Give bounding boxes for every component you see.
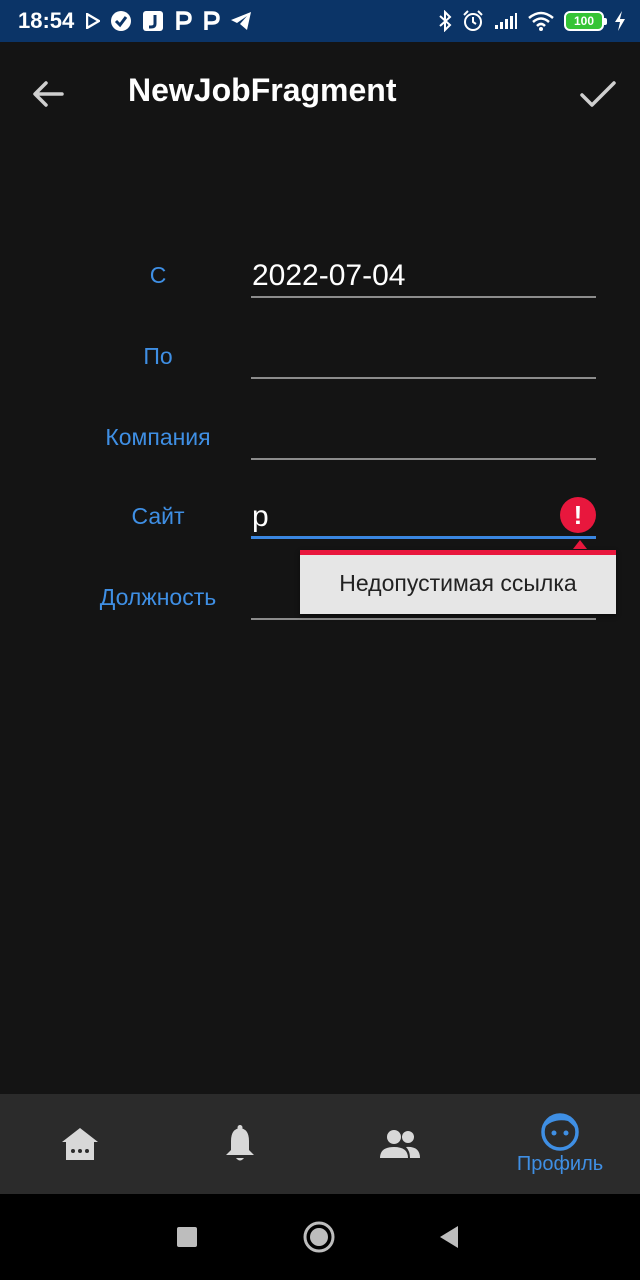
notification-icons <box>86 9 252 33</box>
home-icon <box>58 1122 102 1166</box>
check-circle-icon <box>110 9 132 33</box>
people-icon <box>378 1122 422 1166</box>
company-field[interactable] <box>251 418 596 460</box>
alarm-icon <box>462 9 484 33</box>
system-navigation-bar <box>0 1194 640 1280</box>
start-date-row: С 2022-07-04 <box>0 252 640 312</box>
error-popup: Недопустимая ссылка <box>300 550 616 614</box>
end-date-label: По <box>143 343 173 369</box>
bell-icon <box>218 1122 262 1166</box>
home-button[interactable] <box>302 1220 336 1254</box>
screen: 18:54 100 NewJobFragment С 2022-07-04 По… <box>0 0 640 1280</box>
play-store-icon <box>86 9 101 33</box>
status-time: 18:54 <box>18 8 75 33</box>
bluetooth-icon <box>438 9 452 33</box>
position-label: Должность <box>99 584 217 610</box>
error-popup-pointer <box>573 540 587 549</box>
site-row: Сайт p <box>0 495 640 555</box>
nav-item-profile-label: Профиль <box>516 1152 604 1175</box>
signal-icon <box>494 9 518 33</box>
start-date-field[interactable]: 2022-07-04 <box>251 256 596 298</box>
app-bar: NewJobFragment <box>0 42 640 146</box>
nav-item-notifications[interactable] <box>160 1094 320 1194</box>
p-app-icon <box>174 9 193 33</box>
check-icon[interactable] <box>576 74 620 114</box>
battery-level: 100 <box>573 14 595 28</box>
end-date-row: По <box>0 333 640 393</box>
recents-button[interactable] <box>170 1220 204 1254</box>
j-app-icon <box>142 9 164 33</box>
nav-item-profile[interactable]: Профиль <box>480 1094 640 1194</box>
telegram-icon <box>230 9 252 33</box>
company-row: Компания <box>0 414 640 474</box>
nav-item-people[interactable] <box>320 1094 480 1194</box>
error-icon: ! <box>560 497 596 533</box>
p-app-icon <box>202 9 221 33</box>
bottom-navigation: Профиль <box>0 1094 640 1194</box>
start-date-label: С <box>149 262 167 288</box>
arrow-back-icon[interactable] <box>28 74 68 114</box>
back-button[interactable] <box>432 1220 466 1254</box>
system-icons: 100 <box>438 9 626 33</box>
end-date-field[interactable] <box>251 337 596 379</box>
site-field[interactable]: p <box>251 497 596 539</box>
company-label: Компания <box>105 424 211 450</box>
nav-item-home[interactable] <box>0 1094 160 1194</box>
status-bar: 18:54 100 <box>0 0 640 42</box>
page-title: NewJobFragment <box>128 72 397 108</box>
charging-icon <box>614 9 626 33</box>
battery-icon: 100 <box>564 11 607 31</box>
wifi-icon <box>528 9 554 33</box>
site-label: Сайт <box>131 503 185 529</box>
face-icon <box>538 1112 582 1151</box>
